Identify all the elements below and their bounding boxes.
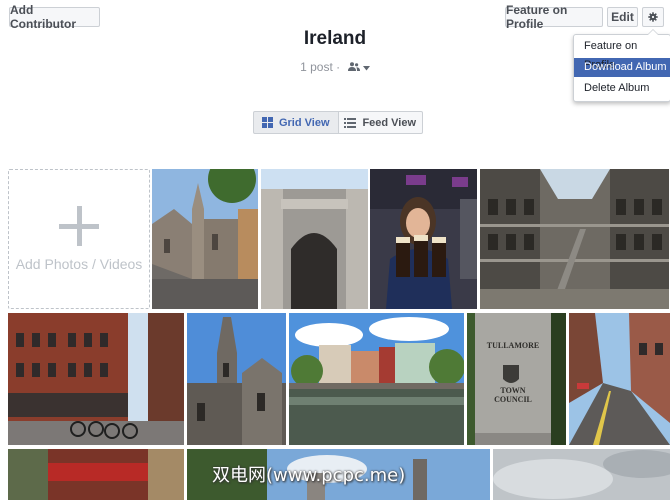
caret-down-icon — [362, 66, 370, 71]
stone-sign-line3: COUNCIL — [494, 395, 532, 404]
stone-sign-line1: TULLAMORE — [486, 341, 540, 350]
settings-dropdown-menu: Feature on Profile Download Album Delete… — [573, 29, 670, 102]
photo-tullamore-stone[interactable]: TULLAMORE TOWN COUNCIL — [467, 313, 566, 445]
photo-archway[interactable] — [261, 169, 368, 309]
add-photos-videos-label: Add Photos / Videos — [15, 256, 143, 272]
photo-pub-front[interactable] — [8, 449, 184, 500]
meta-separator: · — [336, 60, 341, 74]
grid-icon — [261, 117, 273, 128]
grid-view-label: Grid View — [278, 116, 330, 129]
watermark: 双电网(www.pcpc.me) — [212, 465, 406, 486]
stone-sign-text: TULLAMORE TOWN COUNCIL — [475, 341, 551, 404]
feature-on-profile-label: Feature on Profile — [506, 3, 568, 31]
photo-church[interactable] — [152, 169, 258, 309]
photo-river-buildings[interactable] — [289, 313, 464, 445]
photo-cloudy-sky[interactable] — [493, 449, 670, 500]
plus-icon — [59, 206, 99, 246]
add-photos-videos-tile[interactable]: Add Photos / Videos — [8, 169, 150, 309]
menu-item-delete-album[interactable]: Delete Album — [574, 79, 670, 98]
menu-item-feature-on-profile[interactable]: Feature on Profile — [574, 37, 670, 71]
add-contributor-label: Add Contributor — [10, 3, 76, 31]
photo-gothic-church[interactable] — [187, 313, 286, 445]
gear-icon — [648, 12, 658, 22]
menu-item-download-album[interactable]: Download Album — [574, 58, 670, 77]
photo-town-street[interactable] — [569, 313, 670, 445]
photo-woman-with-pints[interactable] — [370, 169, 477, 309]
feed-view-button[interactable]: Feed View — [338, 111, 423, 134]
friends-icon — [347, 62, 360, 71]
list-icon — [344, 117, 357, 128]
photo-prison-hall[interactable] — [480, 169, 669, 309]
grid-view-button[interactable]: Grid View — [253, 111, 339, 134]
album-title: Ireland — [303, 28, 367, 49]
photo-brick-street[interactable] — [8, 313, 184, 445]
add-contributor-button[interactable]: Add Contributor — [9, 3, 100, 31]
audience-selector[interactable] — [347, 60, 370, 74]
settings-button[interactable] — [642, 7, 664, 27]
edit-label: Edit — [611, 10, 634, 24]
stone-sign-line2: TOWN — [500, 386, 526, 395]
feature-on-profile-button[interactable]: Feature on Profile — [505, 3, 603, 31]
feed-view-label: Feed View — [362, 116, 417, 129]
view-toggle: Grid View Feed View — [253, 111, 423, 134]
album-meta: 1 post · — [0, 60, 670, 74]
post-count: 1 post — [300, 60, 333, 74]
edit-button[interactable]: Edit — [607, 7, 638, 27]
